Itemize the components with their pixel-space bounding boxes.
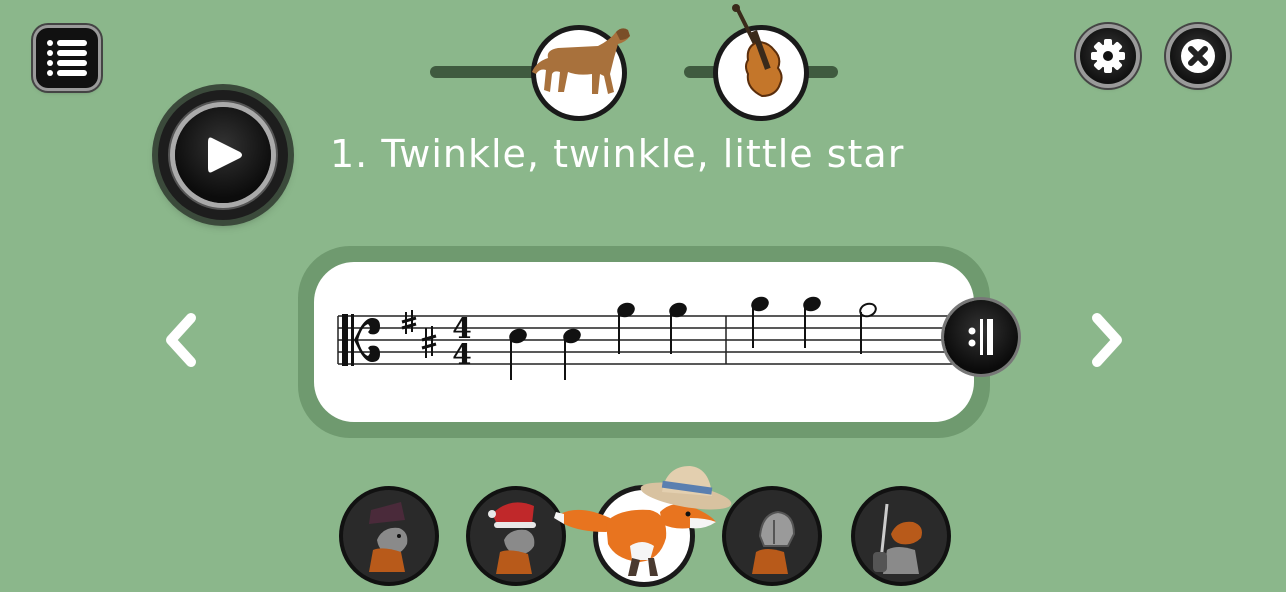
play-button-inner: [175, 107, 271, 203]
character-fox-witch-hat[interactable]: [343, 490, 435, 582]
chevron-right-icon: [1092, 313, 1122, 367]
character-fox-santa-hat[interactable]: [470, 490, 562, 582]
previous-song-button[interactable]: [156, 308, 206, 372]
close-x-icon: [1181, 39, 1215, 73]
character-fox-straw-hat[interactable]: [554, 466, 732, 582]
next-song-button[interactable]: [1082, 308, 1132, 372]
chevron-left-icon: [166, 313, 196, 367]
fox-guitar-icon: [873, 503, 922, 574]
character-fox-helmet[interactable]: [726, 490, 818, 582]
list-icon: [47, 40, 87, 76]
notes: [509, 296, 877, 380]
repeat-end-icon: [968, 319, 993, 355]
instrument-slider-knob[interactable]: [718, 4, 804, 116]
sheet-music: 4 4: [314, 262, 974, 422]
settings-button[interactable]: [1080, 28, 1136, 84]
fox-witch-hat-icon: [369, 502, 408, 572]
repeat-button[interactable]: [944, 300, 1018, 374]
animal-slider-knob[interactable]: [532, 28, 630, 116]
fox-santa-hat-icon: [488, 502, 536, 574]
lion-icon: [532, 28, 630, 94]
key-signature-sharps: [401, 310, 437, 358]
menu-button[interactable]: [36, 28, 98, 88]
fox-straw-hat-icon: [554, 466, 732, 576]
staff: 4 4: [337, 296, 974, 380]
violin-icon: [732, 4, 783, 98]
song-title: 1. Twinkle, twinkle, little star: [330, 132, 905, 176]
fox-helmet-icon: [752, 510, 796, 574]
close-button[interactable]: [1170, 28, 1226, 84]
gear-icon: [1091, 39, 1125, 73]
character-fox-guitar[interactable]: [855, 490, 947, 582]
play-icon: [208, 137, 242, 173]
app-screen: 1. Twinkle, twinkle, little star 4 4: [0, 0, 1286, 592]
time-signature-bottom: 4: [452, 338, 471, 371]
play-button[interactable]: [158, 90, 288, 220]
